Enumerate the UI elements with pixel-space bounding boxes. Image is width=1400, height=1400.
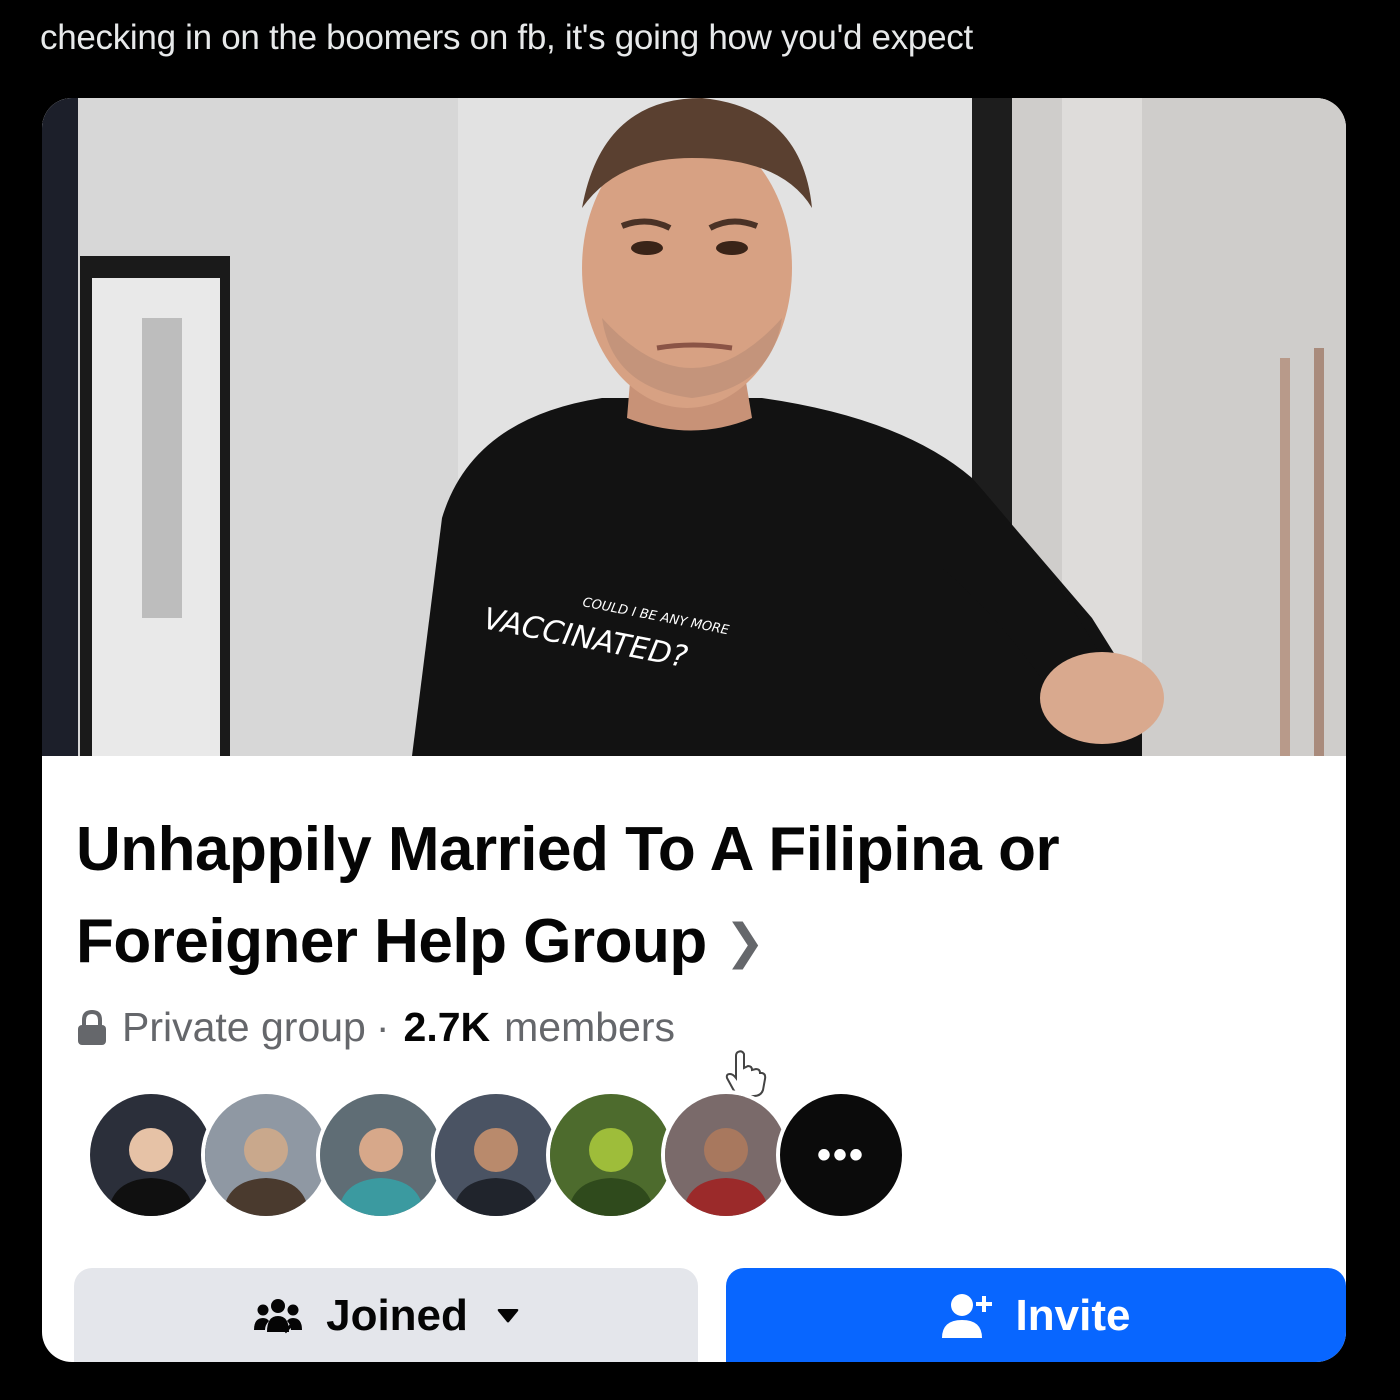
joined-label: Joined <box>326 1291 468 1340</box>
add-person-icon <box>941 1294 992 1338</box>
avatar-photo <box>205 1094 327 1216</box>
privacy-label: Private group <box>122 1004 366 1050</box>
avatar-photo <box>90 1094 212 1216</box>
chevron-right-icon[interactable]: ❯ <box>725 897 765 989</box>
meta-separator: · <box>375 1004 390 1050</box>
member-avatar-3[interactable] <box>316 1090 446 1220</box>
avatar-photo <box>550 1094 672 1216</box>
group-cover-photo[interactable]: COULD I BE ANY MORE VACCINATED? <box>42 98 1346 756</box>
joined-button[interactable]: Joined <box>74 1268 698 1362</box>
member-avatar-1[interactable] <box>86 1090 216 1220</box>
group-card: COULD I BE ANY MORE VACCINATED? Unhappil… <box>42 98 1346 1362</box>
invite-button[interactable]: Invite <box>726 1268 1346 1362</box>
group-name[interactable]: Unhappily Married To A Filipina or Forei… <box>76 815 1060 976</box>
member-avatar-2[interactable] <box>201 1090 331 1220</box>
invite-label: Invite <box>1015 1291 1131 1340</box>
lock-icon <box>78 1009 106 1045</box>
members-label[interactable]: members <box>504 1004 675 1051</box>
caret-down-icon <box>497 1309 519 1323</box>
avatar-photo <box>320 1094 442 1216</box>
post-caption: checking in on the boomers on fb, it's g… <box>40 18 973 57</box>
group-meta: Private group · 2.7K members <box>76 1004 675 1051</box>
avatar-photo <box>665 1094 787 1216</box>
group-name-link[interactable]: Unhappily Married To A Filipina or Forei… <box>76 804 1306 993</box>
member-avatar-5[interactable] <box>546 1090 676 1220</box>
avatar-photo <box>435 1094 557 1216</box>
member-count[interactable]: 2.7K <box>404 1004 491 1051</box>
member-avatar-6[interactable] <box>661 1090 791 1220</box>
group-icon <box>254 1299 303 1334</box>
cover-photo-image: COULD I BE ANY MORE VACCINATED? <box>42 98 1346 756</box>
more-icon[interactable]: ••• <box>776 1090 906 1220</box>
member-avatar-4[interactable] <box>431 1090 561 1220</box>
